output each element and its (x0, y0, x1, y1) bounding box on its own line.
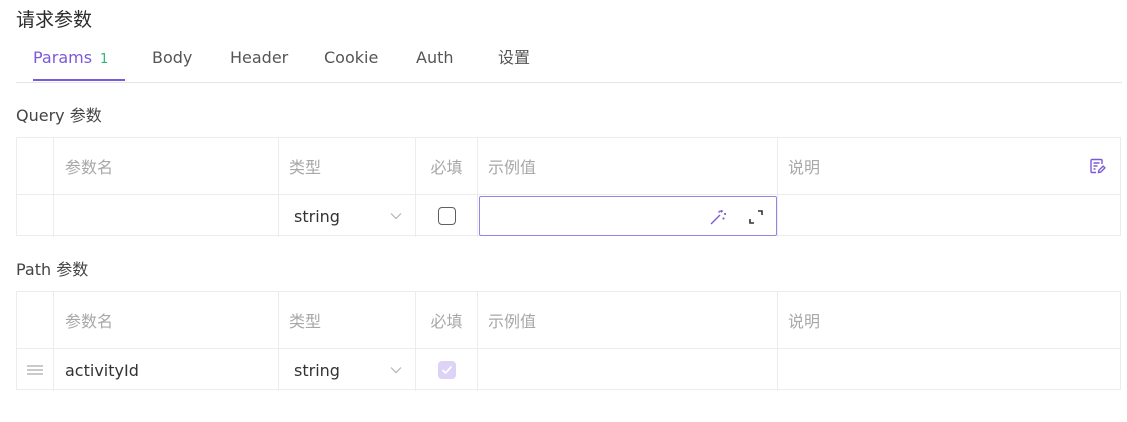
column-header-required: 必填 (416, 138, 478, 194)
column-header-type: 类型 (279, 292, 416, 348)
table-row: string (17, 195, 1120, 237)
param-example-cell[interactable] (478, 349, 778, 391)
param-type-select[interactable]: string (289, 361, 415, 380)
required-checkbox[interactable] (437, 207, 456, 225)
param-description-cell[interactable] (778, 195, 1120, 237)
column-header-type-label: 类型 (289, 312, 322, 331)
tab-params[interactable]: Params 1 (33, 44, 126, 81)
column-header-name: 参数名 (54, 292, 279, 348)
drag-cell (17, 349, 54, 391)
column-header-type-label: 类型 (289, 158, 322, 177)
tab-params-label: Params (33, 48, 93, 67)
expand-icon[interactable] (746, 207, 766, 227)
param-required-cell (416, 195, 478, 237)
param-name-input[interactable]: activityId (65, 361, 139, 380)
column-header-example-label: 示例值 (488, 158, 537, 177)
drag-column-header (17, 292, 54, 348)
param-type-select[interactable]: string (289, 207, 415, 226)
tab-header[interactable]: Header (230, 44, 288, 81)
param-name-cell[interactable] (54, 195, 279, 237)
column-header-description-label: 说明 (788, 312, 821, 331)
column-header-example: 示例值 (478, 292, 778, 348)
column-header-name: 参数名 (54, 138, 279, 194)
drag-cell (17, 195, 54, 237)
column-header-example-label: 示例值 (488, 312, 537, 331)
tab-body[interactable]: Body (152, 44, 192, 81)
tab-bar: Params 1 Body Header Cookie Auth 设置 (16, 44, 1122, 83)
param-name-cell[interactable]: activityId (54, 349, 279, 391)
column-header-required-label: 必填 (430, 312, 463, 331)
query-params-title: Query 参数 (16, 106, 102, 125)
column-header-description: 说明 (778, 292, 1120, 348)
query-params-table: 参数名 类型 必填 示例值 说明 string (16, 137, 1121, 237)
column-header-example: 示例值 (478, 138, 778, 194)
param-description-cell[interactable] (778, 349, 1120, 391)
param-type-cell: string (279, 349, 416, 391)
path-params-table: 参数名 类型 必填 示例值 说明 activityId string (16, 291, 1121, 391)
column-header-required: 必填 (416, 292, 478, 348)
param-type-value: string (294, 206, 340, 226)
param-example-cell (478, 195, 778, 237)
required-checkbox[interactable] (437, 361, 456, 379)
check-icon (441, 365, 452, 375)
edit-document-icon[interactable] (1088, 157, 1106, 175)
example-value-input[interactable] (479, 196, 777, 236)
column-header-required-label: 必填 (430, 158, 463, 177)
tab-cookie[interactable]: Cookie (324, 44, 378, 81)
param-type-value: string (294, 360, 340, 380)
drag-column-header (17, 138, 54, 194)
table-row: activityId string (17, 349, 1120, 391)
column-header-name-label: 参数名 (65, 312, 114, 331)
column-header-type: 类型 (279, 138, 416, 194)
column-header-description-label: 说明 (788, 158, 821, 177)
column-header-name-label: 参数名 (65, 158, 114, 177)
drag-handle-icon[interactable] (26, 363, 44, 377)
param-type-cell: string (279, 195, 416, 237)
magic-wand-icon[interactable] (708, 207, 728, 227)
table-header-row: 参数名 类型 必填 示例值 说明 (17, 138, 1120, 195)
chevron-down-icon (390, 367, 402, 374)
tab-auth[interactable]: Auth (416, 44, 454, 81)
path-params-title: Path 参数 (16, 260, 89, 279)
tab-settings[interactable]: 设置 (498, 44, 530, 81)
chevron-down-icon (390, 213, 402, 220)
column-header-description: 说明 (778, 138, 1120, 194)
section-title: 请求参数 (16, 9, 93, 31)
table-header-row: 参数名 类型 必填 示例值 说明 (17, 292, 1120, 349)
params-count-badge: 1 (100, 52, 109, 67)
param-required-cell (416, 349, 478, 391)
